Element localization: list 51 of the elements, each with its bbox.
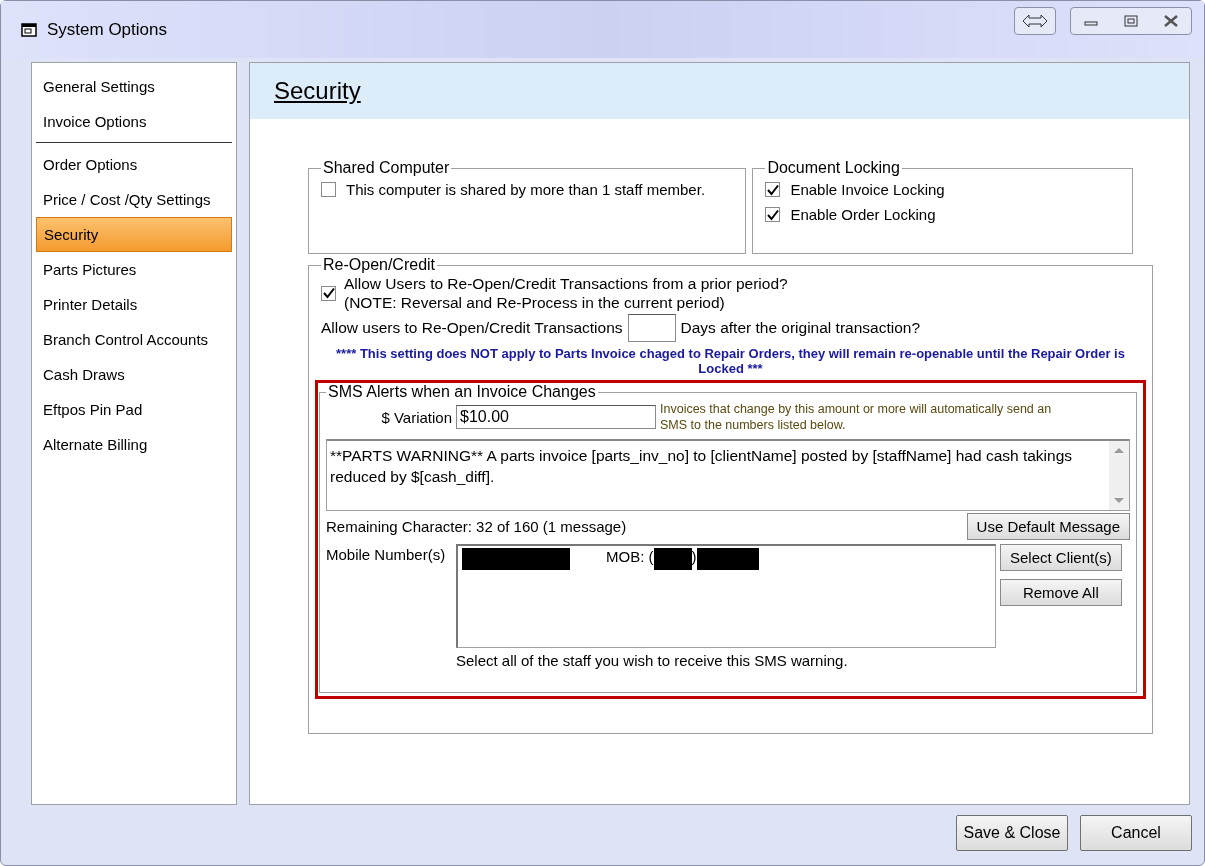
days-input[interactable]: [627, 314, 676, 342]
sidebar-item[interactable]: Security: [36, 217, 232, 252]
instruction-text: Select all of the staff you wish to receive this SMS warning.: [456, 652, 849, 669]
sidebar-item[interactable]: Alternate Billing: [36, 427, 232, 462]
sidebar-item[interactable]: Cash Draws: [36, 357, 232, 392]
note-text: (NOTE: Reversal and Re-Process in the current period): [344, 293, 726, 312]
dialog-button[interactable]: Save & Close: [956, 815, 1068, 851]
group-legend: SMS Alerts when an Invoice Changes: [326, 383, 598, 401]
window-title: System Options: [47, 19, 168, 40]
checkbox-label: Enable Invoice Locking: [790, 181, 945, 198]
close-icon: [1163, 14, 1179, 27]
checkbox-label: Enable Order Locking: [790, 206, 936, 223]
checkbox[interactable]: [765, 207, 781, 222]
sidebar-item[interactable]: Printer Details: [36, 287, 232, 322]
remaining-text: Remaining Character: 32 of 160 (1 message): [326, 518, 627, 535]
app-window-icon: [21, 22, 37, 37]
warning-text: **** This setting does NOT apply to Parts Invoice chaged to Repair Orders, they will remain re-openable until the Repair Order is Locked ***: [335, 346, 1126, 376]
mobile-number-text: MOB: (: [606, 548, 654, 565]
field-label: Allow users to Re-Open/Credit Transactions: [321, 319, 623, 337]
group-legend: Re-Open/Credit: [321, 256, 438, 274]
double-arrow-icon: [1022, 13, 1048, 28]
variation-input[interactable]: $10.00: [456, 405, 656, 429]
sidebar-item[interactable]: General Settings: [36, 69, 232, 104]
checkbox-label: Allow Users to Re-Open/Credit Transactions from a prior period?: [344, 274, 788, 293]
checkbox[interactable]: [765, 182, 781, 197]
sms-action-button[interactable]: Remove All: [1000, 579, 1122, 606]
redaction-bar: [653, 548, 692, 570]
page-title: Security: [274, 77, 361, 105]
hint-text: Invoices that change by this amount or more will automatically send an SMS to the numbers listed below.: [660, 401, 1053, 433]
checkbox[interactable]: [321, 285, 336, 301]
checkbox[interactable]: [321, 182, 336, 197]
sidebar-item[interactable]: Price / Cost /Qty Settings: [36, 182, 232, 217]
checkbox-label: This computer is shared by more than 1 staff member.: [346, 181, 706, 198]
sidebar-item[interactable]: Eftpos Pin Pad: [36, 392, 232, 427]
field-label: $ Variation: [380, 408, 452, 426]
sidebar-item[interactable]: Order Options: [36, 147, 232, 182]
mobile-numbers-list[interactable]: MOB: ( ): [456, 544, 996, 648]
field-label: Days after the original transaction?: [680, 319, 921, 337]
sms-action-button[interactable]: Select Client(s): [1000, 544, 1122, 571]
sidebar-item[interactable]: Parts Pictures: [36, 252, 232, 287]
message-textarea[interactable]: **PARTS WARNING** A parts invoice [parts_inv_no] to [clientName] posted by [staffName] had cash takings reduced by $[cash_diff].: [326, 439, 1130, 511]
maximize-icon: [1124, 14, 1138, 27]
field-label: Mobile Number(s): [326, 546, 447, 565]
group-legend: Document Locking: [765, 159, 902, 177]
dialog-button[interactable]: Cancel: [1080, 815, 1192, 851]
use-default-message-button[interactable]: Use Default Message: [966, 513, 1130, 540]
mobile-number-text: ): [691, 548, 697, 565]
group-legend: Shared Computer: [321, 159, 452, 177]
sidebar-item[interactable]: Invoice Options: [36, 104, 232, 139]
redaction-bar: [696, 548, 759, 570]
sidebar-item[interactable]: Branch Control Accounts: [36, 322, 232, 357]
